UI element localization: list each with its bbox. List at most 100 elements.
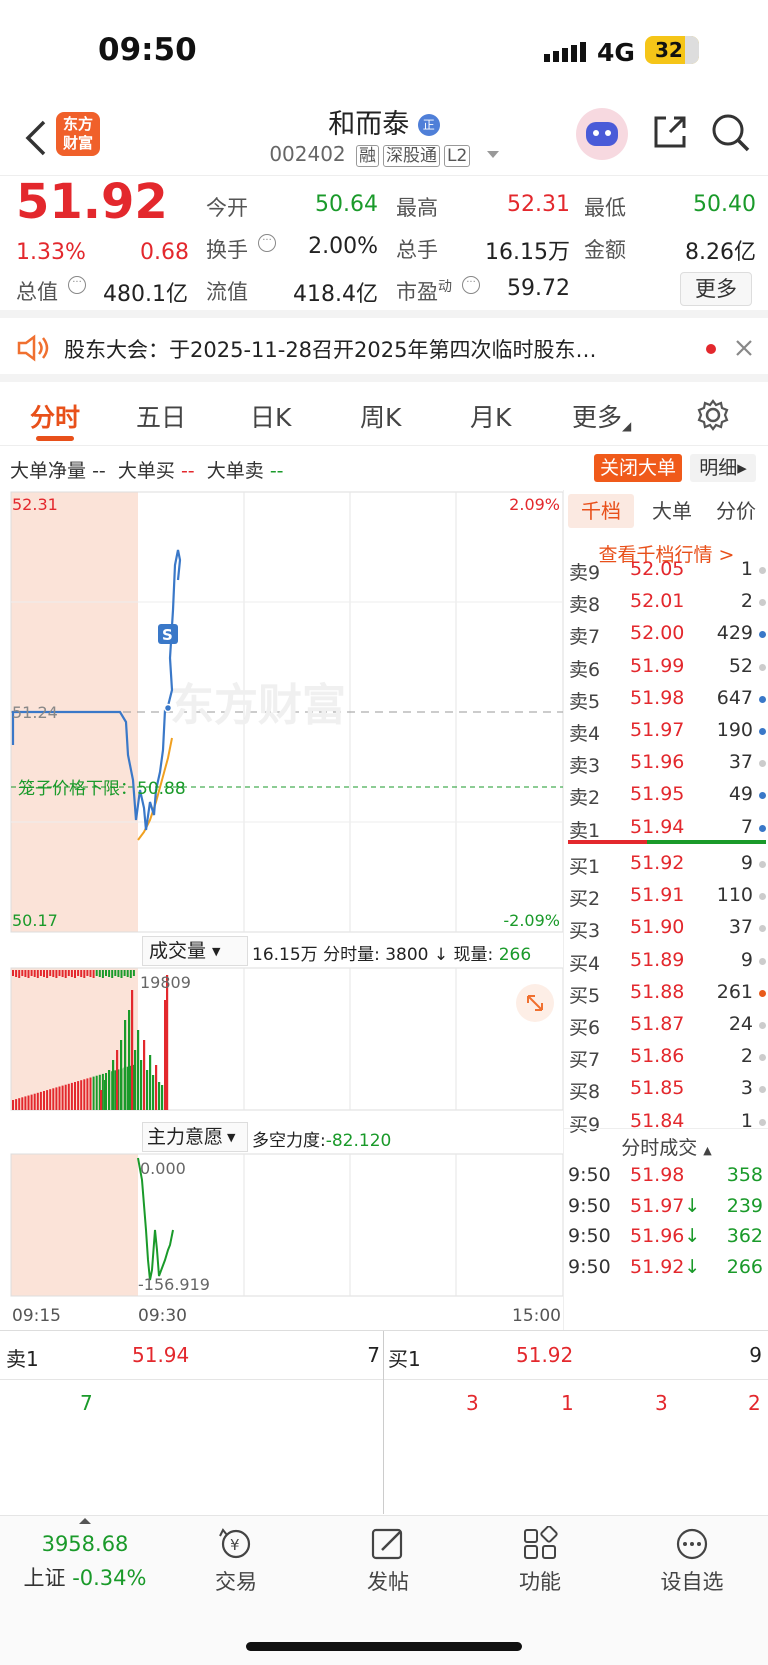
- volume-bar: [12, 970, 14, 976]
- robot-avatar[interactable]: [576, 108, 628, 160]
- intraday-chart[interactable]: 东方财富 S 52.31 50.17 2.09% -2.09% 51.24 笼子…: [0, 490, 563, 1330]
- trades-title[interactable]: 分时成交 ▲: [564, 1128, 768, 1160]
- ask-row[interactable]: 卖8 52.01 2: [564, 586, 768, 618]
- ask-row[interactable]: 卖1 51.94 7: [564, 812, 768, 844]
- info-icon[interactable]: ···: [68, 276, 86, 294]
- share-icon[interactable]: [650, 112, 690, 156]
- ask-marker-dot: [759, 599, 766, 607]
- tab-daily-k[interactable]: 日K: [250, 398, 291, 434]
- bid-row[interactable]: 买1 51.92 9: [564, 848, 768, 880]
- tab-price-dist[interactable]: 分价: [706, 494, 766, 528]
- ask-row[interactable]: 卖4 51.97 190: [564, 715, 768, 747]
- volume-selector[interactable]: 成交量 ▼: [142, 936, 248, 966]
- bid-row[interactable]: 买5 51.88 261: [564, 977, 768, 1009]
- ask-row[interactable]: 卖5 51.98 647: [564, 683, 768, 715]
- chart-canvas[interactable]: 东方财富 S 52.31 50.17 2.09% -2.09% 51.24 笼子…: [0, 490, 563, 1330]
- trade-row: 9:50 51.98 358: [564, 1162, 768, 1193]
- volume-bar: [114, 970, 117, 976]
- bid-volume: 110: [716, 884, 753, 907]
- pct-axis-bottom: -2.09%: [503, 911, 560, 930]
- bid-price: 51.86: [630, 1045, 685, 1068]
- pe-label: 市盈动: [396, 279, 452, 304]
- close-big-order-button[interactable]: 关闭大单: [594, 454, 682, 482]
- volume-bar: [30, 1094, 33, 1110]
- ask-level-label: 卖1: [569, 819, 601, 842]
- bid-marker-dot: [759, 1054, 766, 1062]
- detail-button[interactable]: 明细▸: [690, 454, 756, 482]
- search-icon[interactable]: [710, 112, 752, 158]
- tab-depth[interactable]: 千档: [568, 494, 634, 528]
- nav-watchlist[interactable]: 设自选: [632, 1526, 752, 1596]
- ask-row[interactable]: 卖7 52.00 429: [564, 618, 768, 650]
- tag-connect: 深股通: [383, 145, 441, 167]
- bid-queue-item: 1: [561, 1391, 574, 1415]
- index-widget[interactable]: 3958.68 上证 -0.34%: [10, 1518, 160, 1592]
- force-info: 多空力度:-82.120: [252, 1131, 392, 1151]
- divider: [383, 1331, 384, 1514]
- nav-trade[interactable]: ¥ 交易: [176, 1526, 296, 1596]
- more-button[interactable]: 更多: [680, 272, 752, 306]
- time-axis-mid: 09:30: [138, 1306, 187, 1326]
- ask-marker-dot: [759, 824, 766, 832]
- ask-marker-dot: [759, 792, 766, 800]
- big-order-legend: 大单净量 -- 大单买 -- 大单卖 --: [10, 460, 284, 482]
- bid-level-label: 买6: [569, 1017, 601, 1039]
- settings-icon[interactable]: [696, 398, 730, 436]
- bid-marker-dot: [759, 1118, 766, 1126]
- lower-limit-label: 笼子价格下限：50.88: [18, 779, 186, 799]
- trade-volume: 358: [726, 1164, 763, 1186]
- ask-level-label: 卖4: [569, 723, 601, 745]
- tab-more[interactable]: 更多◢: [572, 398, 631, 434]
- preopen-band: [11, 1154, 138, 1296]
- high-label: 最高: [396, 196, 438, 220]
- bid-queue-item: 3: [655, 1391, 668, 1415]
- volume-bar: [104, 1080, 107, 1110]
- notice-bar[interactable]: 股东大会：于2025-11-28召开2025年第四次临时股东…: [0, 318, 768, 382]
- bid-row[interactable]: 买6 51.87 24: [564, 1009, 768, 1041]
- info-icon[interactable]: ···: [258, 234, 276, 252]
- bid-row[interactable]: 买4 51.89 9: [564, 945, 768, 977]
- tab-big-order[interactable]: 大单: [642, 494, 702, 528]
- sell-signal-text: S: [162, 626, 173, 644]
- volume-bar: [95, 970, 98, 976]
- tab-weekly-k[interactable]: 周K: [360, 398, 401, 434]
- ask-volume: 52: [728, 654, 753, 677]
- active-tab-indicator: [36, 436, 74, 441]
- expand-icon[interactable]: [516, 984, 554, 1022]
- bid-price: 51.85: [630, 1077, 685, 1100]
- bid-row[interactable]: 买8 51.85 3: [564, 1073, 768, 1105]
- ask-row[interactable]: 卖2 51.95 49: [564, 779, 768, 811]
- nav-post[interactable]: 发帖: [328, 1526, 448, 1596]
- turnover-value: 2.00%: [308, 234, 378, 259]
- bid-level-label: 买8: [569, 1081, 601, 1104]
- volume-bar: [70, 970, 73, 977]
- volume-bar: [77, 1081, 80, 1110]
- bid-row[interactable]: 买3 51.90 37: [564, 912, 768, 944]
- network-label: 4G: [597, 38, 635, 67]
- volume-bar: [92, 970, 95, 978]
- ask-row[interactable]: 卖6 51.99 52: [564, 651, 768, 683]
- bid-level-label: 买2: [569, 888, 601, 911]
- bid-row[interactable]: 买2 51.91 110: [564, 880, 768, 912]
- volume-bar: [36, 970, 39, 978]
- volume-bar: [55, 970, 58, 978]
- volume-bar: [80, 1080, 83, 1110]
- tab-monthly-k[interactable]: 月K: [470, 398, 511, 434]
- volume-value: 16.15万: [485, 240, 570, 265]
- tab-five-day[interactable]: 五日: [136, 398, 186, 434]
- tab-intraday[interactable]: 分时: [30, 398, 80, 434]
- main-force-selector[interactable]: 主力意愿 ▼: [142, 1122, 248, 1152]
- close-icon[interactable]: [734, 338, 754, 362]
- bid-marker-dot: [759, 1022, 766, 1029]
- info-icon[interactable]: ···: [462, 276, 480, 294]
- bid-volume: 3: [740, 1077, 753, 1100]
- nav-functions[interactable]: 功能: [480, 1526, 600, 1596]
- bid-row[interactable]: 买7 51.86 2: [564, 1041, 768, 1073]
- ask-volume: 429: [716, 622, 753, 645]
- dropdown-icon[interactable]: [486, 151, 499, 158]
- volume-bar: [111, 970, 114, 978]
- unread-dot: [706, 344, 716, 354]
- volume-bar: [74, 1082, 76, 1110]
- ask-row[interactable]: 卖3 51.96 37: [564, 747, 768, 779]
- ask-row[interactable]: 卖9 52.05 1: [564, 554, 768, 586]
